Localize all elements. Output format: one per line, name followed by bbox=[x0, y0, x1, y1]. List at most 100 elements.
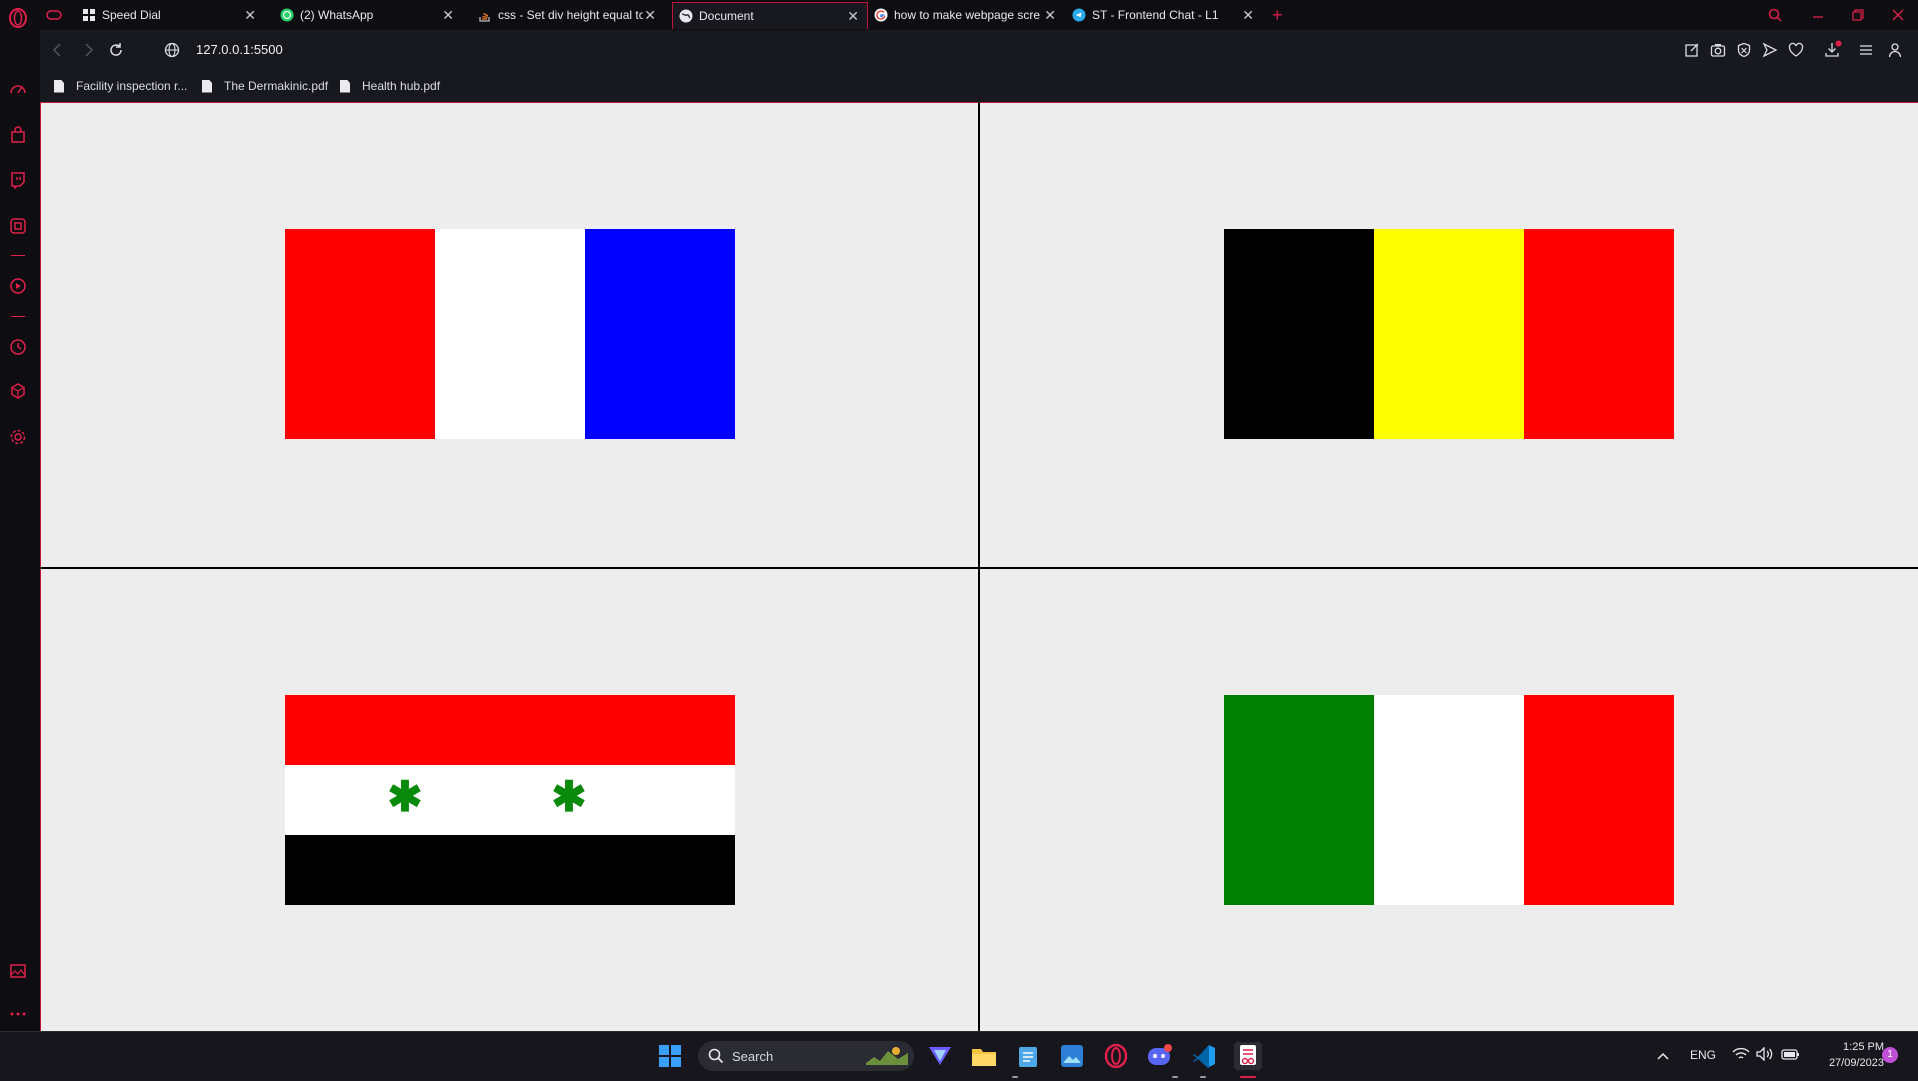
document-icon bbox=[54, 79, 64, 93]
battery-icon[interactable] bbox=[1780, 1047, 1800, 1066]
tab-telegram[interactable]: ST - Frontend Chat - L1 ✕ bbox=[1072, 2, 1262, 28]
photos-icon[interactable] bbox=[1058, 1042, 1086, 1070]
flag-stripe bbox=[1224, 695, 1374, 905]
flag-stripe bbox=[585, 229, 735, 439]
extensions-cube-icon[interactable] bbox=[7, 380, 29, 402]
sidebar-divider bbox=[11, 316, 25, 317]
close-icon[interactable]: ✕ bbox=[644, 8, 656, 22]
italy-flag bbox=[1224, 695, 1674, 905]
minimize-icon[interactable] bbox=[1812, 2, 1832, 28]
close-icon[interactable]: ✕ bbox=[442, 8, 454, 22]
close-window-icon[interactable] bbox=[1892, 2, 1912, 28]
notepad-icon[interactable] bbox=[1014, 1042, 1042, 1070]
history-clock-icon[interactable] bbox=[7, 336, 29, 358]
profile-icon[interactable] bbox=[1888, 42, 1902, 63]
close-icon[interactable]: ✕ bbox=[847, 9, 859, 23]
search-icon bbox=[708, 1048, 724, 1069]
vpn-triangle-icon[interactable] bbox=[926, 1042, 954, 1070]
gallery-icon[interactable] bbox=[7, 960, 29, 982]
snapshot-camera-icon[interactable] bbox=[1710, 42, 1726, 63]
clock[interactable]: 1:25 PM 27/09/2023 bbox=[1812, 1039, 1884, 1071]
opera-browser-icon[interactable] bbox=[1102, 1042, 1130, 1070]
bookmarks-bar: Facility inspection r... The Dermakinic.… bbox=[40, 70, 1918, 102]
volume-icon[interactable] bbox=[1756, 1046, 1774, 1066]
flag-stripe bbox=[1524, 695, 1674, 905]
wifi-icon[interactable] bbox=[1732, 1047, 1750, 1066]
reload-icon[interactable] bbox=[108, 42, 124, 63]
flag-stripe bbox=[285, 695, 735, 765]
tab-title: Document bbox=[699, 9, 754, 23]
close-icon[interactable]: ✕ bbox=[244, 8, 256, 22]
taskbar-search-box[interactable]: Search bbox=[698, 1041, 914, 1071]
downloads-icon[interactable] bbox=[1824, 40, 1842, 63]
search-tabs-icon[interactable] bbox=[1768, 2, 1788, 28]
active-app-indicator bbox=[1240, 1076, 1256, 1078]
tab-title: ST - Frontend Chat - L1 bbox=[1092, 8, 1219, 22]
adblock-shield-icon[interactable] bbox=[1736, 42, 1752, 63]
language-indicator[interactable]: ENG bbox=[1690, 1048, 1716, 1062]
discord-icon[interactable] bbox=[1146, 1042, 1174, 1070]
restore-icon[interactable] bbox=[1852, 2, 1872, 28]
search-highlight-icon bbox=[866, 1045, 908, 1067]
green-star-icon: ✱ bbox=[551, 773, 587, 820]
chevron-up-icon[interactable] bbox=[1656, 1048, 1670, 1066]
bookmark-label: Facility inspection r... bbox=[76, 79, 188, 93]
gaming-tab-icon[interactable] bbox=[46, 2, 70, 28]
close-icon[interactable]: ✕ bbox=[1242, 8, 1254, 22]
whatsapp-icon bbox=[280, 8, 294, 22]
quadrant-top-right bbox=[980, 103, 1918, 567]
settings-gear-icon[interactable] bbox=[7, 426, 29, 448]
google-icon bbox=[874, 8, 888, 22]
heart-icon[interactable] bbox=[1788, 42, 1804, 63]
bookmark-item[interactable]: Health hub.pdf bbox=[340, 78, 440, 94]
gaming-widget-icon[interactable] bbox=[7, 215, 29, 237]
back-icon[interactable] bbox=[52, 43, 64, 62]
more-options-icon[interactable] bbox=[7, 1003, 29, 1025]
opera-logo-icon[interactable] bbox=[7, 7, 29, 29]
tab-title: how to make webpage scre bbox=[894, 8, 1041, 22]
tab-google-search[interactable]: how to make webpage scre ✕ bbox=[874, 2, 1064, 28]
belgium-flag bbox=[1224, 229, 1674, 439]
running-indicator bbox=[1200, 1076, 1206, 1078]
france-flag bbox=[285, 229, 735, 439]
tab-title: css - Set div height equal to bbox=[498, 8, 643, 22]
sidebar-divider bbox=[11, 255, 25, 256]
tab-document[interactable]: Document ✕ bbox=[672, 2, 868, 29]
flag-stripe bbox=[435, 229, 585, 439]
quadrant-top-left bbox=[41, 103, 978, 567]
easy-setup-menu-icon[interactable] bbox=[1858, 42, 1874, 63]
easy-setup-icon[interactable] bbox=[1684, 42, 1700, 63]
vscode-icon[interactable] bbox=[1190, 1042, 1218, 1070]
green-star-icon: ✱ bbox=[387, 773, 423, 820]
forward-icon[interactable] bbox=[82, 43, 94, 62]
windows-start-icon[interactable] bbox=[656, 1042, 684, 1070]
quadrant-bottom-left: ✱ ✱ bbox=[41, 569, 978, 1031]
twitch-icon[interactable] bbox=[7, 169, 29, 191]
flag-stripe: ✱ ✱ bbox=[285, 765, 735, 835]
stack-overflow-icon bbox=[478, 8, 492, 22]
tab-speed-dial[interactable]: Speed Dial ✕ bbox=[82, 2, 264, 28]
url-text[interactable]: 127.0.0.1:5500 bbox=[196, 42, 283, 57]
speedometer-icon[interactable] bbox=[7, 78, 29, 100]
close-icon[interactable]: ✕ bbox=[1044, 8, 1056, 22]
player-icon[interactable] bbox=[7, 275, 29, 297]
bookmark-item[interactable]: The Dermakinic.pdf bbox=[202, 78, 328, 94]
flag-stripe bbox=[1374, 695, 1524, 905]
snipping-tool-icon[interactable] bbox=[1234, 1042, 1262, 1070]
shopping-bag-icon[interactable] bbox=[7, 124, 29, 146]
site-info-globe-icon[interactable] bbox=[164, 42, 180, 63]
running-indicator bbox=[1012, 1076, 1018, 1078]
file-explorer-icon[interactable] bbox=[970, 1042, 998, 1070]
page-viewport: ✱ ✱ bbox=[40, 102, 1918, 1031]
windows-taskbar: Search ENG 1:25 PM 27/09/2023 1 bbox=[0, 1031, 1918, 1081]
bookmark-item[interactable]: Facility inspection r... bbox=[54, 78, 187, 94]
tab-whatsapp[interactable]: (2) WhatsApp ✕ bbox=[280, 2, 462, 28]
notification-badge[interactable]: 1 bbox=[1882, 1047, 1898, 1063]
flag-stripe bbox=[285, 835, 735, 905]
flag-stripe bbox=[1224, 229, 1374, 439]
clock-date: 27/09/2023 bbox=[1828, 1057, 1884, 1069]
tab-stack-overflow[interactable]: css - Set div height equal to ✕ bbox=[478, 2, 664, 28]
tab-title: Speed Dial bbox=[102, 8, 161, 22]
new-tab-button[interactable]: + bbox=[1272, 2, 1292, 28]
send-flow-icon[interactable] bbox=[1762, 42, 1778, 63]
